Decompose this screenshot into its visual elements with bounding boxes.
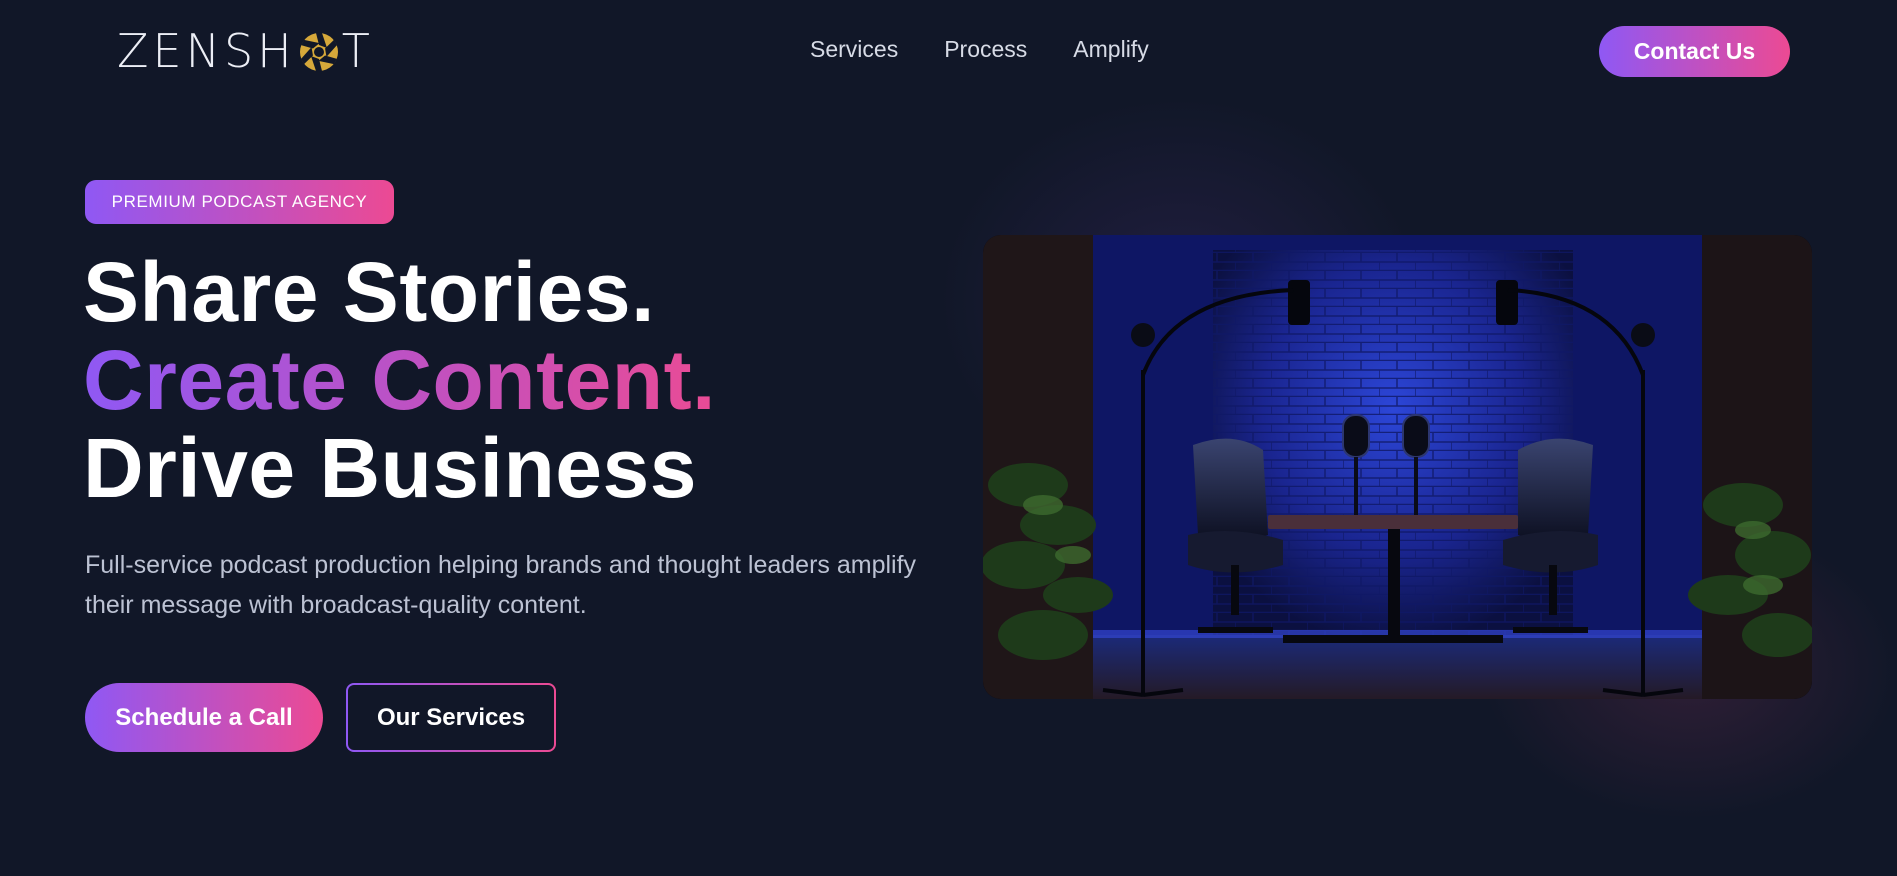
hero-subtext: Full-service podcast production helping … xyxy=(85,551,917,619)
headline-line-2: Create Content. xyxy=(83,333,716,427)
podcast-studio-image xyxy=(983,235,1812,699)
logo-text-right: T xyxy=(341,24,374,78)
podcast-studio-illustration xyxy=(983,235,1812,699)
hero-headline: Share Stories. Create Content. Drive Bus… xyxy=(83,248,716,512)
brand-logo[interactable]: ZENSH T xyxy=(117,24,374,78)
schedule-call-button[interactable]: Schedule a Call xyxy=(85,683,323,752)
contact-us-button[interactable]: Contact Us xyxy=(1599,26,1790,77)
our-services-button[interactable]: Our Services xyxy=(346,683,556,752)
nav-link-services[interactable]: Services xyxy=(810,36,898,63)
nav-link-process[interactable]: Process xyxy=(944,36,1027,63)
nav-link-amplify[interactable]: Amplify xyxy=(1073,36,1148,63)
logo-text-left: ZENSH xyxy=(117,24,296,78)
headline-line-1: Share Stories. xyxy=(83,245,655,339)
landing-page: ZENSH T Services Process Amplify Contact… xyxy=(0,0,1897,876)
aperture-icon xyxy=(298,30,340,72)
hero-badge: PREMIUM PODCAST AGENCY xyxy=(85,180,394,224)
our-services-label: Our Services xyxy=(348,685,554,750)
main-nav: Services Process Amplify xyxy=(810,36,1149,63)
headline-line-3: Drive Business xyxy=(83,421,697,515)
